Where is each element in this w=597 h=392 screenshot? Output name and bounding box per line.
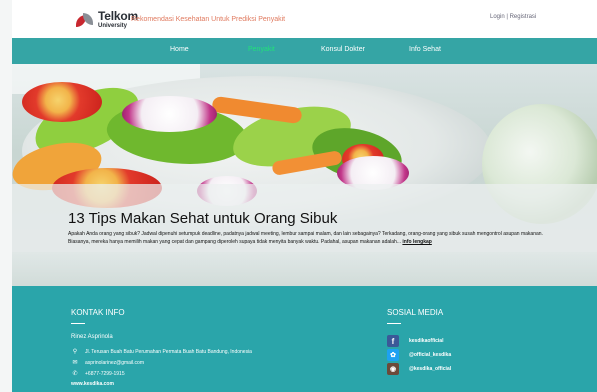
auth-separator: | [506, 14, 508, 20]
contact-email[interactable]: asprinolarinez@gmail.com [85, 360, 144, 366]
facebook-handle[interactable]: kesdikaofficial [409, 338, 443, 344]
read-more-link[interactable]: info lengkap [402, 239, 431, 245]
hero-bottom-fade [12, 252, 597, 286]
nav-home[interactable]: Home [170, 46, 189, 53]
hero-title: 13 Tips Makan Sehat untuk Orang Sibuk [68, 210, 338, 227]
social-divider [387, 323, 401, 324]
map-pin-icon: ⚲ [72, 349, 78, 355]
phone-icon: ✆ [72, 371, 78, 377]
login-link[interactable]: Login [490, 14, 505, 20]
hero-description: Apakah Anda orang yang sibuk? Jadwal dip… [68, 230, 548, 246]
twitter-icon[interactable]: ✿ [387, 349, 399, 361]
nav-konsul-dokter[interactable]: Konsul Dokter [321, 46, 365, 53]
facebook-icon[interactable]: f [387, 335, 399, 347]
contact-divider [71, 323, 85, 324]
social-heading: SOSIAL MEDIA [387, 308, 444, 317]
social-instagram-row[interactable]: ◉ @kesdika_official [387, 363, 451, 375]
top-header: Telkom University Rekomendasi Kesehatan … [12, 0, 597, 38]
hero-banner: 13 Tips Makan Sehat untuk Orang Sibuk Ap… [12, 64, 597, 286]
twitter-handle[interactable]: @official_kesdika [409, 352, 451, 358]
nav-info-sehat[interactable]: Info Sehat [409, 46, 441, 53]
contact-website[interactable]: www.kesdika.com [71, 381, 114, 387]
footer: KONTAK INFO Rinez Asprinola ⚲ Jl. Terusa… [12, 286, 597, 392]
contact-phone-row: ✆ +6877-7299-1915 [71, 370, 125, 378]
contact-heading: KONTAK INFO [71, 308, 125, 317]
instagram-icon[interactable]: ◉ [387, 363, 399, 375]
register-link[interactable]: Registrasi [510, 14, 537, 20]
social-facebook-row[interactable]: f kesdikaofficial [387, 335, 443, 347]
contact-email-row: ✉ asprinolarinez@gmail.com [71, 359, 144, 367]
auth-links: Login | Registrasi [490, 14, 536, 20]
contact-address: Jl. Terusan Buah Batu Perumahan Permata … [85, 348, 252, 355]
page: Telkom University Rekomendasi Kesehatan … [12, 0, 597, 392]
logo-sub: University [98, 23, 128, 29]
contact-address-row: ⚲ Jl. Terusan Buah Batu Perumahan Permat… [71, 348, 252, 356]
contact-phone: +6877-7299-1915 [85, 370, 125, 377]
telkom-logo[interactable]: Telkom University [76, 10, 138, 29]
contact-name: Rinez Asprinola [71, 334, 113, 340]
telkom-logo-icon [76, 12, 94, 28]
nav-penyakit[interactable]: Penyakit [248, 46, 275, 53]
hero-description-text: Apakah Anda orang yang sibuk? Jadwal dip… [68, 231, 543, 245]
envelope-icon: ✉ [72, 360, 78, 366]
main-nav: Home Penyakit Konsul Dokter Info Sehat [12, 38, 597, 64]
social-twitter-row[interactable]: ✿ @official_kesdika [387, 349, 451, 361]
site-tagline: Rekomendasi Kesehatan Untuk Prediksi Pen… [131, 16, 286, 23]
instagram-handle[interactable]: @kesdika_official [409, 366, 451, 372]
